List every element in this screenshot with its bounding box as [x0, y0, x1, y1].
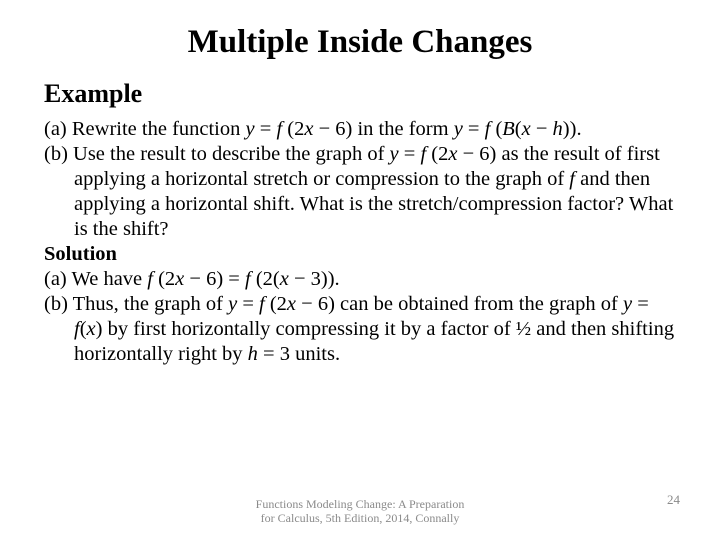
slide-title: Multiple Inside Changes [44, 24, 676, 61]
text: = [399, 143, 421, 165]
footer-citation: Functions Modeling Change: A Preparation… [0, 498, 720, 526]
text: = 3 units. [258, 343, 340, 365]
footer-line-2: for Calculus, 5th Edition, 2014, Connall… [0, 512, 720, 526]
var-y: y [390, 143, 399, 165]
var-f: f [245, 268, 256, 290]
slide-body: (a) Rewrite the function y = f (2x − 6) … [44, 117, 676, 367]
var-y: y [246, 118, 255, 140]
text: (2( [256, 268, 280, 290]
text: (a) Rewrite the function [44, 118, 246, 140]
problem-a: (a) Rewrite the function y = f (2 x − 6) … [44, 117, 676, 142]
var-y: y [228, 293, 237, 315]
solution-label: Solution [44, 242, 676, 267]
var-f: f [147, 268, 158, 290]
text: − [531, 118, 553, 140]
text: = [632, 293, 649, 315]
var-f: f [259, 293, 270, 315]
text: (a) We have [44, 268, 147, 290]
var-x: x [522, 118, 531, 140]
footer-line-1: Functions Modeling Change: A Preparation [0, 498, 720, 512]
var-h: h [553, 118, 563, 140]
text: − 6) = [184, 268, 245, 290]
text: (2 [158, 268, 175, 290]
var-x: x [87, 318, 96, 340]
solution-a: (a) We have f (2x − 6) = f (2(x − 3)). [44, 267, 676, 292]
text: = [255, 118, 277, 140]
footer: Functions Modeling Change: A Preparation… [0, 498, 720, 526]
var-f: f [420, 143, 431, 165]
text: = [463, 118, 485, 140]
text: = [237, 293, 259, 315]
var-y: y [623, 293, 632, 315]
text: (2 [270, 293, 287, 315]
var-B: B [502, 118, 515, 140]
slide: Multiple Inside Changes Example (a) Rewr… [0, 0, 720, 540]
var-f: f [276, 118, 287, 140]
example-heading: Example [44, 79, 676, 109]
var-x: x [287, 293, 296, 315]
text: (b) Use the result to describe the graph… [44, 143, 390, 165]
text: − 6) can be obtained from the graph of [296, 293, 623, 315]
text: (b) Thus, the graph of [44, 293, 228, 315]
var-h: h [248, 343, 258, 365]
text: (2 [431, 143, 448, 165]
problem-b: (b) Use the result to describe the graph… [44, 142, 676, 242]
text: − 3)). [289, 268, 340, 290]
var-f: f [485, 118, 496, 140]
text: ( [80, 318, 87, 340]
text: ) by first horizontally compressing it b… [74, 318, 674, 365]
var-y: y [454, 118, 463, 140]
var-x: x [175, 268, 184, 290]
text: )). [563, 118, 582, 140]
text: Solution [44, 243, 117, 265]
text: (2 [287, 118, 304, 140]
text: − 6) in the form [313, 118, 453, 140]
text: ( [515, 118, 522, 140]
page-number: 24 [667, 492, 680, 508]
solution-b: (b) Thus, the graph of y = f (2x − 6) ca… [44, 292, 676, 367]
var-x: x [280, 268, 289, 290]
